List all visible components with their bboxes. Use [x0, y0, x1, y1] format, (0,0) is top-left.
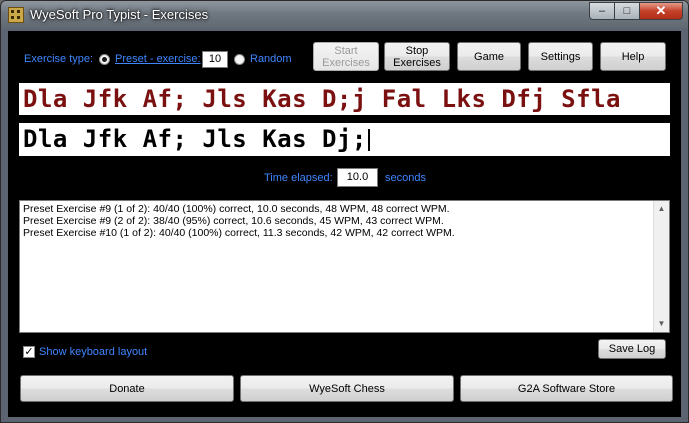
- random-label[interactable]: Random: [250, 53, 292, 65]
- game-button[interactable]: Game: [457, 42, 521, 71]
- preset-label[interactable]: Preset - exercise:: [115, 53, 201, 65]
- log-entry: Preset Exercise #10 (1 of 2): 40/40 (100…: [23, 227, 455, 239]
- preset-radio[interactable]: [99, 54, 110, 65]
- log-lines: Preset Exercise #9 (1 of 2): 40/40 (100%…: [23, 203, 455, 239]
- typing-input[interactable]: Dla Jfk Af; Jls Kas Dj;: [19, 123, 670, 156]
- stop-exercises-button[interactable]: Stop Exercises: [384, 42, 450, 71]
- random-radio[interactable]: [234, 54, 245, 65]
- typed-text: Dla Jfk Af; Jls Kas Dj;: [23, 125, 367, 153]
- target-text-display: Dla Jfk Af; Jls Kas D;j Fal Lks Dfj Sfla: [19, 83, 670, 115]
- close-button[interactable]: ✕: [639, 2, 683, 20]
- client-area: Exercise type: Preset - exercise: 10 Ran…: [8, 31, 681, 417]
- minimize-button[interactable]: –: [589, 2, 615, 20]
- log-entry: Preset Exercise #9 (2 of 2): 38/40 (95%)…: [23, 215, 444, 227]
- settings-button[interactable]: Settings: [528, 42, 593, 71]
- show-keyboard-checkbox[interactable]: ✓: [23, 346, 35, 358]
- exercise-number-input[interactable]: 10: [202, 51, 228, 68]
- scroll-up-icon[interactable]: ▲: [654, 201, 669, 217]
- wyesoft-chess-button[interactable]: WyeSoft Chess: [240, 375, 454, 402]
- start-exercises-button[interactable]: Start Exercises: [313, 42, 379, 71]
- show-keyboard-label[interactable]: Show keyboard layout: [39, 346, 147, 358]
- app-window: WyeSoft Pro Typist - Exercises – □ ✕ Exe…: [0, 0, 689, 423]
- donate-button[interactable]: Donate: [20, 375, 234, 402]
- time-elapsed-value: 10.0: [337, 168, 378, 187]
- help-button[interactable]: Help: [600, 42, 666, 71]
- save-log-button[interactable]: Save Log: [598, 339, 666, 359]
- time-unit-label: seconds: [385, 172, 426, 184]
- g2a-store-button[interactable]: G2A Software Store: [460, 375, 673, 402]
- results-log[interactable]: Preset Exercise #9 (1 of 2): 40/40 (100%…: [19, 200, 670, 333]
- title-bar[interactable]: WyeSoft Pro Typist - Exercises – □ ✕: [1, 1, 688, 29]
- text-caret: [367, 129, 370, 151]
- window-title: WyeSoft Pro Typist - Exercises: [30, 7, 209, 22]
- exercise-type-label: Exercise type:: [24, 53, 94, 65]
- log-entry: Preset Exercise #9 (1 of 2): 40/40 (100%…: [23, 203, 450, 215]
- maximize-button[interactable]: □: [614, 2, 640, 20]
- time-elapsed-label: Time elapsed:: [264, 172, 333, 184]
- scroll-down-icon[interactable]: ▼: [654, 316, 669, 332]
- log-scrollbar[interactable]: ▲ ▼: [653, 201, 669, 332]
- app-icon[interactable]: [8, 7, 24, 23]
